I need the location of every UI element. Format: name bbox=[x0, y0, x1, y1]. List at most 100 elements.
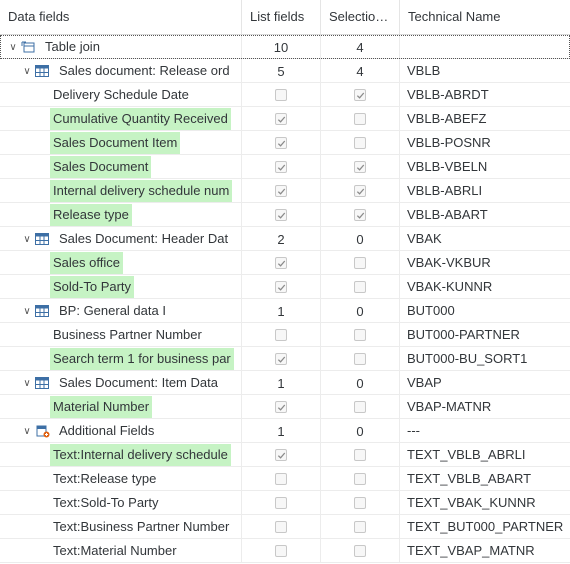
selection-checkbox[interactable] bbox=[354, 401, 366, 413]
selection-checkbox[interactable] bbox=[354, 329, 366, 341]
list-fields-cell bbox=[242, 539, 321, 563]
chevron-down-icon[interactable]: ∨ bbox=[20, 228, 34, 251]
column-header-list-fields[interactable]: List fields bbox=[242, 0, 321, 34]
data-field-cell[interactable]: Sales Document Item bbox=[0, 131, 242, 155]
data-field-cell[interactable]: Material Number bbox=[0, 395, 242, 419]
table-row[interactable]: Delivery Schedule Date VBLB-ABRDT bbox=[0, 83, 570, 107]
list-field-checkbox[interactable] bbox=[275, 113, 287, 125]
data-field-cell[interactable]: Sold-To Party bbox=[0, 275, 242, 299]
selection-checkbox[interactable] bbox=[354, 161, 366, 173]
list-field-checkbox[interactable] bbox=[275, 353, 287, 365]
list-field-checkbox[interactable] bbox=[275, 401, 287, 413]
data-field-cell[interactable]: Cumulative Quantity Received bbox=[0, 107, 242, 131]
table-row[interactable]: Sales Document Item VBLB-POSNR bbox=[0, 131, 570, 155]
list-field-checkbox[interactable] bbox=[275, 521, 287, 533]
field-label: Business Partner Number bbox=[53, 327, 202, 342]
data-field-cell[interactable]: ∨ Table join bbox=[0, 35, 242, 59]
selection-checkbox[interactable] bbox=[354, 89, 366, 101]
table-row[interactable]: Text:Internal delivery schedule TEXT_VBLB… bbox=[0, 443, 570, 467]
list-fields-cell bbox=[242, 251, 321, 275]
table-row[interactable]: Text:Material Number TEXT_VBAP_MATNR bbox=[0, 539, 570, 563]
data-field-cell[interactable]: ∨ Additional Fields bbox=[0, 419, 242, 443]
data-field-cell[interactable]: Text:Internal delivery schedule bbox=[0, 443, 242, 467]
table-row[interactable]: Sales Document VBLB-VBELN bbox=[0, 155, 570, 179]
selection-checkbox[interactable] bbox=[354, 497, 366, 509]
data-field-cell[interactable]: ∨ Sales document: Release ord bbox=[0, 59, 242, 83]
selection-checkbox[interactable] bbox=[354, 521, 366, 533]
selection-checkbox[interactable] bbox=[354, 209, 366, 221]
technical-name-cell: VBAP bbox=[407, 375, 442, 390]
technical-name-cell: BUT000 bbox=[407, 303, 455, 318]
list-field-checkbox[interactable] bbox=[275, 281, 287, 293]
chevron-down-icon[interactable]: ∨ bbox=[20, 372, 34, 395]
table-row[interactable]: Business Partner Number BUT000-PARTNER bbox=[0, 323, 570, 347]
selection-checkbox[interactable] bbox=[354, 185, 366, 197]
tree-node-row[interactable]: ∨ Additional Fields 1 0 --- bbox=[0, 419, 570, 443]
list-field-checkbox[interactable] bbox=[275, 257, 287, 269]
list-field-checkbox[interactable] bbox=[275, 161, 287, 173]
selection-count: 0 bbox=[356, 375, 364, 391]
data-field-cell[interactable]: Text:Material Number bbox=[0, 539, 242, 563]
table-row[interactable]: Sold-To Party VBAK-KUNNR bbox=[0, 275, 570, 299]
column-header-technical-name[interactable]: Technical Name bbox=[400, 0, 570, 34]
selection-checkbox[interactable] bbox=[354, 353, 366, 365]
selection-cell: 4 bbox=[321, 59, 400, 83]
table-row[interactable]: Internal delivery schedule num VBLB-ABRLI bbox=[0, 179, 570, 203]
list-fields-cell: 2 bbox=[242, 227, 321, 251]
list-field-checkbox[interactable] bbox=[275, 137, 287, 149]
data-field-cell[interactable]: Sales office bbox=[0, 251, 242, 275]
chevron-down-icon[interactable]: ∨ bbox=[20, 60, 34, 83]
table-row[interactable]: Cumulative Quantity Received VBLB-ABEFZ bbox=[0, 107, 570, 131]
data-field-cell[interactable]: Internal delivery schedule num bbox=[0, 179, 242, 203]
technical-name-cell: VBAK bbox=[407, 231, 442, 246]
list-field-checkbox[interactable] bbox=[275, 497, 287, 509]
data-field-cell[interactable]: Release type bbox=[0, 203, 242, 227]
list-field-checkbox[interactable] bbox=[275, 89, 287, 101]
table-row[interactable]: Sales office VBAK-VKBUR bbox=[0, 251, 570, 275]
selection-checkbox[interactable] bbox=[354, 113, 366, 125]
data-field-cell[interactable]: ∨ Sales Document: Item Data bbox=[0, 371, 242, 395]
table-row[interactable]: Material Number VBAP-MATNR bbox=[0, 395, 570, 419]
table-row[interactable]: Text:Business Partner Number TEXT_BUT000_… bbox=[0, 515, 570, 539]
list-fields-cell bbox=[242, 83, 321, 107]
data-field-cell[interactable]: Sales Document bbox=[0, 155, 242, 179]
column-header-data-fields[interactable]: Data fields bbox=[0, 0, 242, 34]
data-field-cell[interactable]: ∨ Sales Document: Header Dat bbox=[0, 227, 242, 251]
data-field-cell[interactable]: Delivery Schedule Date bbox=[0, 83, 242, 107]
selection-checkbox[interactable] bbox=[354, 281, 366, 293]
data-field-cell[interactable]: Business Partner Number bbox=[0, 323, 242, 347]
selection-checkbox[interactable] bbox=[354, 257, 366, 269]
data-field-cell[interactable]: ∨ BP: General data I bbox=[0, 299, 242, 323]
table-row[interactable]: Search term 1 for business par BUT000-BU_… bbox=[0, 347, 570, 371]
tree-node-row[interactable]: ∨ BP: General data I 1 0 BUT000 bbox=[0, 299, 570, 323]
tree-node-row[interactable]: ∨ Sales document: Release ord 5 4 VBLB bbox=[0, 59, 570, 83]
column-header-selection[interactable]: Selectio… bbox=[321, 0, 400, 34]
data-field-cell[interactable]: Text:Release type bbox=[0, 467, 242, 491]
list-fields-cell bbox=[242, 515, 321, 539]
table-row[interactable]: Release type VBLB-ABART bbox=[0, 203, 570, 227]
technical-name-cell: VBLB-ABEFZ bbox=[407, 111, 487, 126]
tree-node-row[interactable]: ∨ Sales Document: Item Data 1 0 VBAP bbox=[0, 371, 570, 395]
list-field-checkbox[interactable] bbox=[275, 449, 287, 461]
field-label: Sales office bbox=[50, 252, 123, 274]
tree-node-row[interactable]: ∨ Table join 10 4 bbox=[0, 35, 570, 59]
list-field-checkbox[interactable] bbox=[275, 185, 287, 197]
data-field-cell[interactable]: Text:Sold-To Party bbox=[0, 491, 242, 515]
selection-checkbox[interactable] bbox=[354, 137, 366, 149]
selection-checkbox[interactable] bbox=[354, 545, 366, 557]
chevron-down-icon[interactable]: ∨ bbox=[6, 36, 20, 59]
list-field-checkbox[interactable] bbox=[275, 329, 287, 341]
selection-checkbox[interactable] bbox=[354, 449, 366, 461]
tree-node-row[interactable]: ∨ Sales Document: Header Dat 2 0 VBAK bbox=[0, 227, 570, 251]
data-field-cell[interactable]: Search term 1 for business par bbox=[0, 347, 242, 371]
list-field-checkbox[interactable] bbox=[275, 473, 287, 485]
chevron-down-icon[interactable]: ∨ bbox=[20, 300, 34, 323]
selection-count: 0 bbox=[356, 423, 364, 439]
table-row[interactable]: Text:Sold-To Party TEXT_VBAK_KUNNR bbox=[0, 491, 570, 515]
selection-checkbox[interactable] bbox=[354, 473, 366, 485]
data-field-cell[interactable]: Text:Business Partner Number bbox=[0, 515, 242, 539]
table-row[interactable]: Text:Release type TEXT_VBLB_ABART bbox=[0, 467, 570, 491]
chevron-down-icon[interactable]: ∨ bbox=[20, 420, 34, 443]
list-field-checkbox[interactable] bbox=[275, 545, 287, 557]
list-field-checkbox[interactable] bbox=[275, 209, 287, 221]
